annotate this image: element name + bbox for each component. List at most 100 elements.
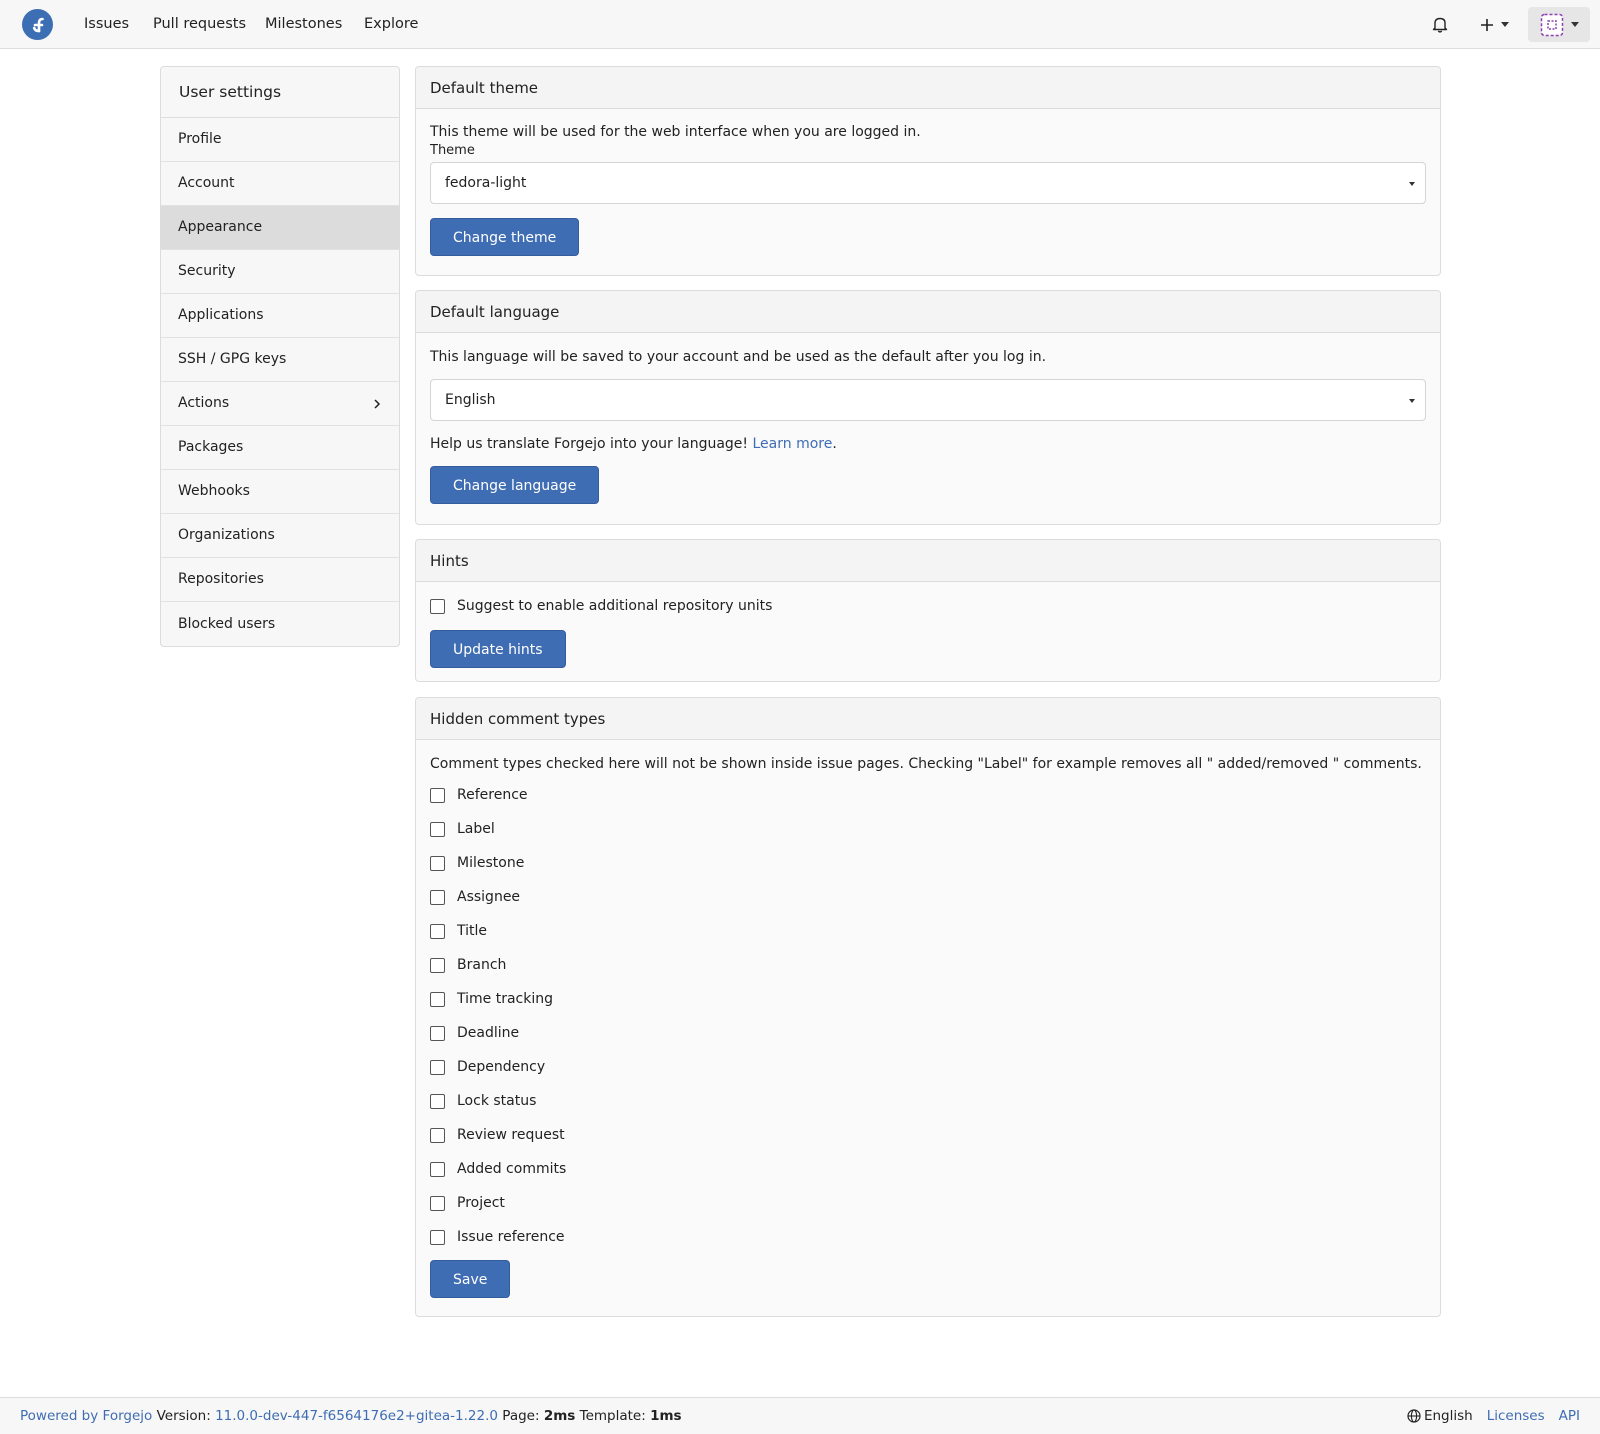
nav-issues[interactable]: Issues	[84, 0, 129, 49]
comment-type-label: Dependency	[457, 1059, 546, 1075]
sidebar-item-label: Account	[178, 175, 235, 191]
comment-type-label: Added commits	[457, 1161, 567, 1177]
learn-more-link[interactable]: Learn more	[752, 436, 832, 452]
hints-checkbox[interactable]	[430, 598, 445, 614]
fedora-logo-icon[interactable]	[22, 9, 53, 40]
comment-type-row[interactable]: Branch	[430, 948, 1426, 982]
comment-type-row[interactable]: Issue reference	[430, 1220, 1426, 1254]
sidebar-item-organizations[interactable]: Organizations	[161, 514, 399, 558]
version-label: Version:	[156, 1408, 211, 1424]
hidden-comment-types-title: Hidden comment types	[416, 698, 1440, 740]
comment-type-checkbox[interactable]	[430, 1093, 445, 1109]
comment-type-label: Deadline	[457, 1025, 520, 1041]
update-hints-button[interactable]: Update hints	[430, 630, 566, 668]
comment-type-checkbox[interactable]	[430, 991, 445, 1007]
comment-type-row[interactable]: Lock status	[430, 1084, 1426, 1118]
comment-type-label: Lock status	[457, 1093, 537, 1109]
comment-type-label: Time tracking	[457, 991, 553, 1007]
comment-type-label: Label	[457, 821, 495, 837]
settings-sidebar: User settings Profile Account Appearance…	[160, 66, 400, 647]
comment-type-checkbox[interactable]	[430, 855, 445, 871]
sidebar-item-label: Security	[178, 263, 236, 279]
theme-select[interactable]: fedora-light	[430, 162, 1426, 204]
version-link[interactable]: 11.0.0-dev-447-f6564176e2+gitea-1.22.0	[215, 1408, 498, 1424]
language-switcher[interactable]: English	[1407, 1398, 1473, 1434]
sidebar-item-webhooks[interactable]: Webhooks	[161, 470, 399, 514]
sidebar-item-profile[interactable]: Profile	[161, 118, 399, 162]
comment-type-row[interactable]: Title	[430, 914, 1426, 948]
comment-type-checkbox[interactable]	[430, 1229, 445, 1245]
sidebar-item-label: Webhooks	[178, 483, 250, 499]
comment-type-checkbox[interactable]	[430, 821, 445, 837]
save-button[interactable]: Save	[430, 1260, 511, 1298]
notifications-button[interactable]	[1425, 7, 1455, 42]
translate-help-text: Help us translate Forgejo into your lang…	[430, 436, 749, 452]
hints-checkbox-row[interactable]: Suggest to enable additional repository …	[430, 589, 1426, 623]
sidebar-item-security[interactable]: Security	[161, 250, 399, 294]
comment-type-checkbox[interactable]	[430, 1127, 445, 1143]
comment-type-checkbox[interactable]	[430, 889, 445, 905]
language-panel-title: Default language	[416, 291, 1440, 333]
comment-type-row[interactable]: Time tracking	[430, 982, 1426, 1016]
comment-type-label: Assignee	[457, 889, 521, 905]
comment-type-row[interactable]: Deadline	[430, 1016, 1426, 1050]
comment-type-row[interactable]: Label	[430, 812, 1426, 846]
sidebar-item-applications[interactable]: Applications	[161, 294, 399, 338]
theme-panel: Default theme This theme will be used fo…	[415, 66, 1441, 276]
language-description: This language will be saved to your acco…	[430, 349, 1047, 365]
footer-links: English Licenses API	[1407, 1398, 1580, 1434]
comment-type-checkbox[interactable]	[430, 787, 445, 803]
hints-panel: Hints Suggest to enable additional repos…	[415, 539, 1441, 682]
theme-select-value: fedora-light	[445, 175, 527, 191]
page-time-label: Page:	[502, 1408, 540, 1424]
comment-type-row[interactable]: Project	[430, 1186, 1426, 1220]
language-select[interactable]: English	[430, 379, 1426, 421]
comment-type-checkbox[interactable]	[430, 1195, 445, 1211]
sidebar-item-repositories[interactable]: Repositories	[161, 558, 399, 602]
comment-type-label: Issue reference	[457, 1229, 565, 1245]
comment-type-checkbox[interactable]	[430, 957, 445, 973]
comment-type-row[interactable]: Added commits	[430, 1152, 1426, 1186]
sidebar-item-actions[interactable]: Actions	[161, 382, 399, 426]
nav-pull-requests[interactable]: Pull requests	[153, 0, 246, 49]
sidebar-item-blocked-users[interactable]: Blocked users	[161, 602, 399, 646]
comment-type-checkbox[interactable]	[430, 1059, 445, 1075]
comment-type-row[interactable]: Milestone	[430, 846, 1426, 880]
nav-explore[interactable]: Explore	[364, 0, 418, 49]
learn-more-suffix: .	[832, 436, 837, 452]
plus-icon	[1480, 18, 1493, 31]
nav-milestones[interactable]: Milestones	[265, 0, 342, 49]
change-theme-button[interactable]: Change theme	[430, 218, 580, 256]
comment-type-row[interactable]: Dependency	[430, 1050, 1426, 1084]
sidebar-item-ssh-gpg-keys[interactable]: SSH / GPG keys	[161, 338, 399, 382]
sidebar-item-label: Profile	[178, 131, 222, 147]
powered-by-link[interactable]: Powered by Forgejo	[20, 1408, 152, 1424]
comment-type-checkbox[interactable]	[430, 1161, 445, 1177]
footer-info: Powered by Forgejo Version: 11.0.0-dev-4…	[20, 1398, 682, 1434]
dropdown-caret-icon	[1409, 182, 1415, 186]
hints-panel-title: Hints	[416, 540, 1440, 582]
language-panel: Default language This language will be s…	[415, 290, 1441, 525]
theme-field-label: Theme	[430, 143, 475, 158]
change-language-button[interactable]: Change language	[430, 466, 600, 504]
sidebar-item-appearance[interactable]: Appearance	[161, 206, 399, 250]
user-menu-button[interactable]	[1528, 7, 1590, 42]
globe-icon	[1407, 1409, 1421, 1423]
sidebar-item-account[interactable]: Account	[161, 162, 399, 206]
comment-type-row[interactable]: Assignee	[430, 880, 1426, 914]
chevron-down-icon	[1570, 22, 1579, 27]
comment-types-list: Reference Label Milestone Assignee Title Bran…	[430, 778, 1426, 1254]
comment-type-checkbox[interactable]	[430, 923, 445, 939]
page-time-value: 2ms	[543, 1408, 576, 1424]
comment-type-row[interactable]: Reference	[430, 778, 1426, 812]
comment-type-row[interactable]: Review request	[430, 1118, 1426, 1152]
licenses-link[interactable]: Licenses	[1487, 1398, 1545, 1434]
footer-language: English	[1423, 1408, 1473, 1424]
sidebar-item-packages[interactable]: Packages	[161, 426, 399, 470]
avatar-icon	[1540, 13, 1563, 36]
page-footer: Powered by Forgejo Version: 11.0.0-dev-4…	[0, 1397, 1600, 1434]
api-link[interactable]: API	[1559, 1398, 1580, 1434]
create-menu-button[interactable]	[1474, 7, 1514, 42]
language-select-value: English	[445, 392, 496, 408]
comment-type-checkbox[interactable]	[430, 1025, 445, 1041]
